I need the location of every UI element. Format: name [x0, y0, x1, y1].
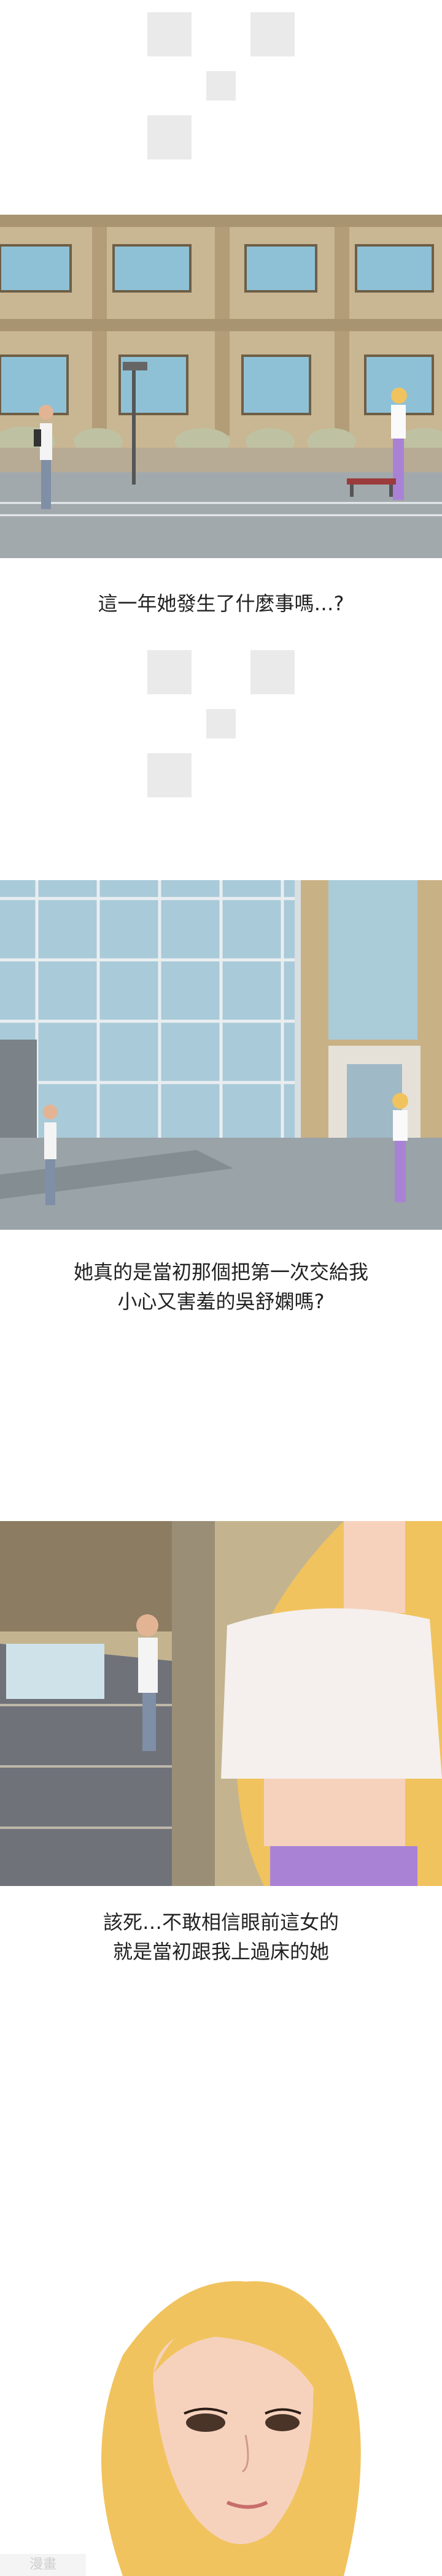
qr-watermark-icon: [147, 12, 295, 159]
caption-text-line1: 她真的是當初那個把第一次交給我: [73, 1260, 368, 1284]
caption-text-line1: 該死…不敢相信眼前這女的: [103, 1911, 339, 1934]
panel-glass-building: [0, 880, 442, 1230]
qr-watermark-icon: [147, 650, 295, 797]
caption-text-line2: 小心又害羞的吳舒嫻嗎?: [117, 1290, 325, 1313]
caption-text: 這一年她發生了什麼事嗎…?: [98, 592, 344, 615]
caption-text-line2: 就是當初跟我上過床的她: [112, 1940, 329, 1963]
panel-corridor: [0, 1521, 442, 1886]
site-watermark-logo: 漫畫: [0, 2554, 86, 2576]
panel-face-closeup: 漫畫: [0, 2251, 442, 2576]
panel-street-building: [0, 215, 442, 558]
